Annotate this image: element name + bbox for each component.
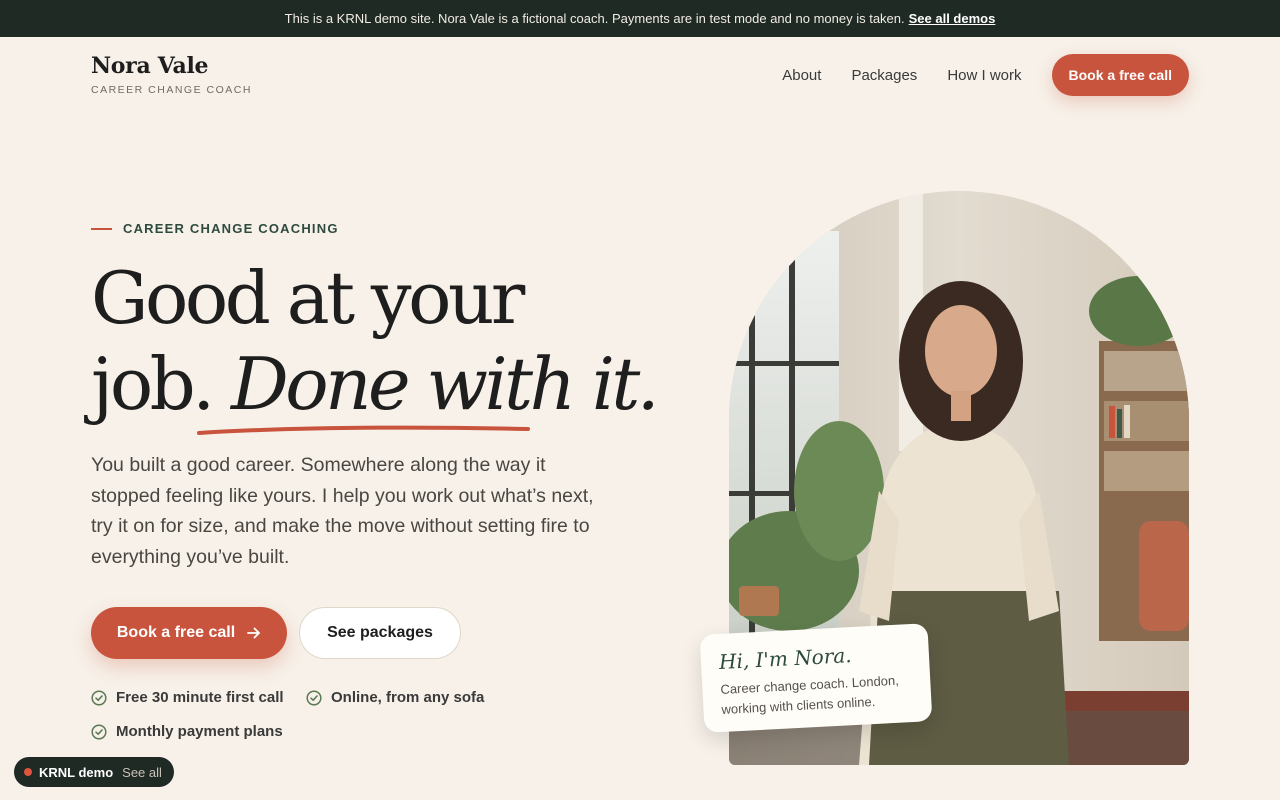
check-label: Online, from any sofa xyxy=(331,689,485,706)
demo-banner-text: This is a KRNL demo site. Nora Vale is a… xyxy=(284,11,905,26)
brand-tagline: CAREER CHANGE COACH xyxy=(91,84,252,96)
check-label: Monthly payment plans xyxy=(116,723,283,740)
main-nav: About Packages How I work Book a free ca… xyxy=(782,54,1189,96)
headline-italic: Done with it. xyxy=(231,342,660,426)
see-all-demos-link[interactable]: See all demos xyxy=(909,11,996,26)
check-item-online: Online, from any sofa xyxy=(306,689,484,706)
check-label: Free 30 minute first call xyxy=(116,689,284,706)
check-circle-icon xyxy=(91,723,107,740)
site-header: Nora Vale CAREER CHANGE COACH About Pack… xyxy=(0,37,1280,117)
status-dot-icon xyxy=(24,768,32,776)
eyebrow-text: CAREER CHANGE COACHING xyxy=(123,221,339,236)
brand[interactable]: Nora Vale CAREER CHANGE COACH xyxy=(91,53,252,96)
brand-name: Nora Vale xyxy=(91,53,209,79)
headline-underline-decoration xyxy=(197,425,530,435)
headline-plain: job. xyxy=(91,342,232,426)
intro-card: Hi, I'm Nora. Career change coach. Londo… xyxy=(699,623,933,733)
book-call-nav-button[interactable]: Book a free call xyxy=(1051,54,1189,96)
nav-about[interactable]: About xyxy=(782,67,821,84)
check-circle-icon xyxy=(306,689,322,706)
headline-line-1: Good at your xyxy=(91,256,525,340)
demo-banner: This is a KRNL demo site. Nora Vale is a… xyxy=(0,0,1280,37)
check-circle-icon xyxy=(91,689,107,706)
check-item-payment-plans: Monthly payment plans xyxy=(91,723,283,740)
intro-card-title: Hi, I'm Nora. xyxy=(718,643,853,675)
nav-packages[interactable]: Packages xyxy=(851,67,917,84)
demo-badge[interactable]: KRNL demo See all xyxy=(14,757,174,787)
eyebrow-divider xyxy=(91,227,112,230)
hero-lead: You built a good career. Somewhere along… xyxy=(91,454,594,568)
intro-card-body: Career change coach. London, working wit… xyxy=(720,672,900,717)
hero-eyebrow: CAREER CHANGE COACHING xyxy=(91,221,339,236)
nav-how-i-work[interactable]: How I work xyxy=(947,67,1021,84)
headline-line-2: job. Done with it. xyxy=(91,341,660,427)
book-free-call-button[interactable]: Book a free call xyxy=(91,607,287,659)
arrow-right-icon xyxy=(247,627,261,639)
see-packages-button[interactable]: See packages xyxy=(299,607,461,659)
demo-badge-link[interactable]: See all xyxy=(122,765,162,780)
book-free-call-label: Book a free call xyxy=(116,624,236,641)
demo-badge-label: KRNL demo xyxy=(39,764,114,780)
check-item-free-call: Free 30 minute first call xyxy=(91,689,284,706)
hero-headline: Good at your job. Done with it. xyxy=(91,255,660,427)
